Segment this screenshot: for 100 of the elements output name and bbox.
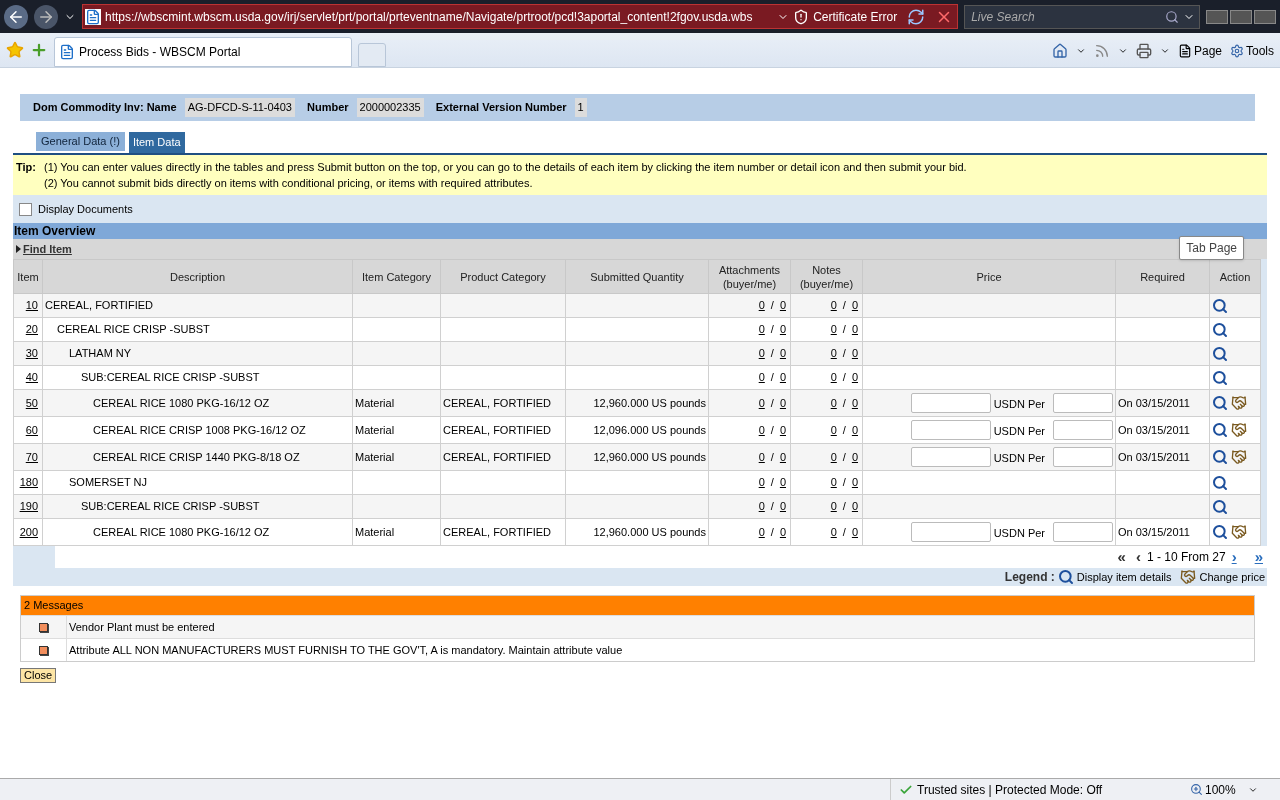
count-link[interactable]: 0 [830,474,837,491]
count-link[interactable]: 0 [851,498,858,515]
magnifier-icon[interactable] [1212,321,1228,338]
expand-arrow-icon[interactable] [16,245,21,253]
count-link[interactable]: 0 [758,297,765,314]
dropdown-icon[interactable] [1159,46,1170,56]
count-link[interactable]: 0 [830,297,837,314]
feed-icon[interactable] [1093,43,1110,59]
url-field[interactable]: https://wbscmint.wbscm.usda.gov/irj/servlet/prt/portal/prteventname/Navigate/prtroot/pcd!3aportal_content!2fgov.usda.wbs Certificate Error [81,4,959,29]
magnifier-icon[interactable] [1212,524,1228,540]
count-link[interactable]: 0 [758,523,765,541]
handshake-icon[interactable] [1230,395,1248,411]
search-input[interactable]: Live Search [971,7,1165,26]
magnifier-icon[interactable] [1212,297,1228,314]
tab[interactable]: General Data (!) [36,132,125,151]
certificate-error[interactable]: Certificate Error [813,7,898,26]
count-link[interactable]: 0 [758,448,765,466]
count-link[interactable]: 0 [851,345,858,362]
close-button[interactable]: Close [20,668,57,683]
count-link[interactable]: 0 [758,394,765,412]
count-link[interactable]: 0 [779,394,786,412]
count-link[interactable]: 0 [779,345,786,362]
count-link[interactable]: 0 [851,369,858,386]
count-link[interactable]: 0 [758,421,765,439]
price-input[interactable] [910,522,991,542]
tab[interactable]: Item Data [128,132,185,153]
dropdown-icon[interactable] [1075,46,1086,56]
count-link[interactable]: 0 [830,498,837,515]
per-input[interactable] [1053,393,1113,413]
tip-label: Tip: [16,160,36,175]
column-header: Price [862,259,1116,294]
magnifier-icon[interactable] [1212,498,1228,515]
per-input[interactable] [1053,522,1113,542]
handshake-icon[interactable] [1230,422,1248,438]
handshake-icon[interactable] [1230,449,1248,465]
count-link[interactable]: 0 [779,498,786,515]
count-link[interactable]: 0 [758,498,765,515]
magnifier-icon[interactable] [1212,345,1228,362]
checkbox[interactable] [19,202,32,216]
price-input[interactable] [910,420,991,440]
count-link[interactable]: 0 [830,448,837,466]
search-field[interactable]: Live Search [964,4,1200,29]
count-link[interactable]: 0 [779,523,786,541]
count-link[interactable]: 0 [830,421,837,439]
handshake-icon[interactable] [1230,524,1248,540]
count-link[interactable]: 0 [779,474,786,491]
count-link[interactable]: 0 [830,394,837,412]
magnifier-icon[interactable] [1212,449,1228,465]
count-link[interactable]: 0 [830,369,837,386]
count-link[interactable]: 0 [779,321,786,338]
tools-menu[interactable]: Tools [1230,42,1274,60]
count-link[interactable]: 0 [779,297,786,314]
price-unit: USDN Per [993,424,1045,440]
price-input[interactable] [910,393,991,413]
count-link[interactable]: 0 [851,421,858,439]
count-link[interactable]: 0 [851,394,858,412]
shield-icon [793,8,810,25]
description-text: CEREAL RICE CRISP -SUBST [56,323,210,336]
magnifier-icon[interactable] [1212,395,1228,411]
print-icon[interactable] [1135,43,1152,59]
zoom-level[interactable]: 100% [1205,780,1236,799]
field-label: External Version Number [435,100,567,116]
slash-separator: / [842,346,846,362]
per-input[interactable] [1053,420,1113,440]
next-page-link[interactable]: › [1231,545,1237,569]
count-link[interactable]: 0 [758,369,765,386]
count-link[interactable]: 0 [851,321,858,338]
slash-separator: / [842,449,846,465]
count-link[interactable]: 0 [779,448,786,466]
home-icon[interactable] [1051,43,1068,59]
price-input[interactable] [910,447,991,467]
description-text: CEREAL RICE 1080 PKG-16/12 OZ [92,396,270,409]
magnifier-icon[interactable] [1212,474,1228,491]
zoom-icon[interactable] [1190,783,1203,796]
count-link[interactable]: 0 [851,297,858,314]
back-icon[interactable] [4,4,28,29]
find-item-link[interactable]: Find Item [23,240,72,258]
magnifier-icon[interactable] [1212,369,1228,386]
dropdown-icon[interactable] [1117,46,1128,56]
count-link[interactable]: 0 [758,345,765,362]
count-link[interactable]: 0 [851,523,858,541]
count-link[interactable]: 0 [758,321,765,338]
forward-icon[interactable] [34,4,58,29]
refresh-icon[interactable] [907,7,926,26]
count-link[interactable]: 0 [851,448,858,466]
add-favorite-icon[interactable] [30,41,48,59]
count-link[interactable]: 0 [830,345,837,362]
per-input[interactable] [1053,447,1113,467]
page-menu[interactable]: Page [1177,42,1222,60]
count-link[interactable]: 0 [779,421,786,439]
description-text: CEREAL RICE CRISP 1440 PKG-8/18 OZ [92,450,300,463]
last-page-link[interactable]: » [1254,545,1263,569]
magnifier-icon[interactable] [1212,422,1228,438]
browser-tab[interactable]: Process Bids - WBSCM Portal [54,37,352,67]
search-icon[interactable] [1165,9,1179,24]
count-link[interactable]: 0 [830,523,837,541]
count-link[interactable]: 0 [830,321,837,338]
count-link[interactable]: 0 [851,474,858,491]
count-link[interactable]: 0 [779,369,786,386]
count-link[interactable]: 0 [758,474,765,491]
